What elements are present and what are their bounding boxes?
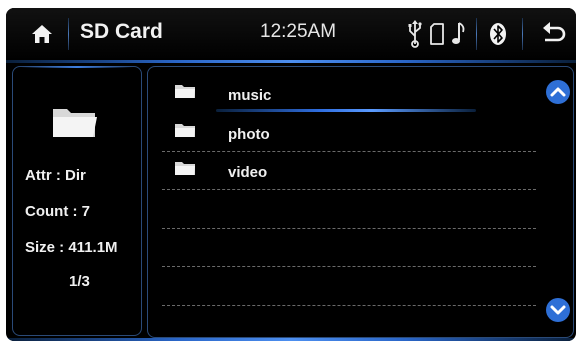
usb-icon: [408, 20, 422, 48]
top-bar: SD Card 12:25AM: [6, 8, 576, 60]
file-list-row[interactable]: [156, 191, 536, 229]
bluetooth-icon: [490, 23, 506, 45]
chevron-up-icon: [546, 80, 570, 104]
separator: [68, 18, 69, 50]
attr-label: Attr : Dir: [25, 167, 86, 184]
file-name: video: [228, 164, 268, 181]
count-label: Count : 7: [25, 203, 90, 220]
size-label: Size : 411.1M: [25, 239, 118, 256]
file-list-row[interactable]: music: [156, 75, 536, 113]
status-icons: [406, 18, 472, 50]
selection-highlight: [216, 109, 476, 112]
back-button[interactable]: [538, 18, 568, 50]
head-unit-screen: SD Card 12:25AM Attr: Dir Count: 7 Siz…: [6, 8, 576, 341]
footer-glow-line: [6, 338, 576, 341]
back-arrow-icon: [543, 22, 566, 42]
home-icon: [32, 25, 52, 43]
folder-icon: [175, 85, 195, 98]
file-list-row[interactable]: [156, 268, 536, 306]
folder-icon: [175, 123, 195, 137]
clock: 12:25AM: [260, 21, 337, 42]
header-glow-line: [6, 60, 576, 63]
page-indicator: 1/3: [69, 273, 90, 290]
folder-icon: [175, 162, 195, 175]
scroll-down-button[interactable]: [545, 297, 571, 323]
file-name: music: [228, 87, 272, 104]
file-list-row[interactable]: photo: [156, 114, 536, 152]
music-note-icon: [452, 22, 465, 44]
sd-card-icon: [430, 23, 444, 45]
file-list-row[interactable]: video: [156, 152, 536, 190]
file-list-panel: music photo video: [147, 66, 574, 338]
file-name: photo: [228, 125, 270, 143]
scroll-up-button[interactable]: [545, 79, 571, 105]
info-panel: Attr : Dir Count : 7 Size : 411.1M 1/3: [12, 66, 142, 336]
folder-icon: [53, 109, 97, 137]
page-title: SD Card: [80, 20, 163, 43]
file-list-row[interactable]: [156, 229, 536, 267]
bluetooth-button[interactable]: [484, 18, 512, 50]
separator: [522, 18, 523, 50]
home-button[interactable]: [20, 18, 64, 50]
chevron-down-icon: [546, 298, 570, 322]
file-list-row[interactable]: [156, 306, 536, 341]
separator: [476, 18, 477, 50]
